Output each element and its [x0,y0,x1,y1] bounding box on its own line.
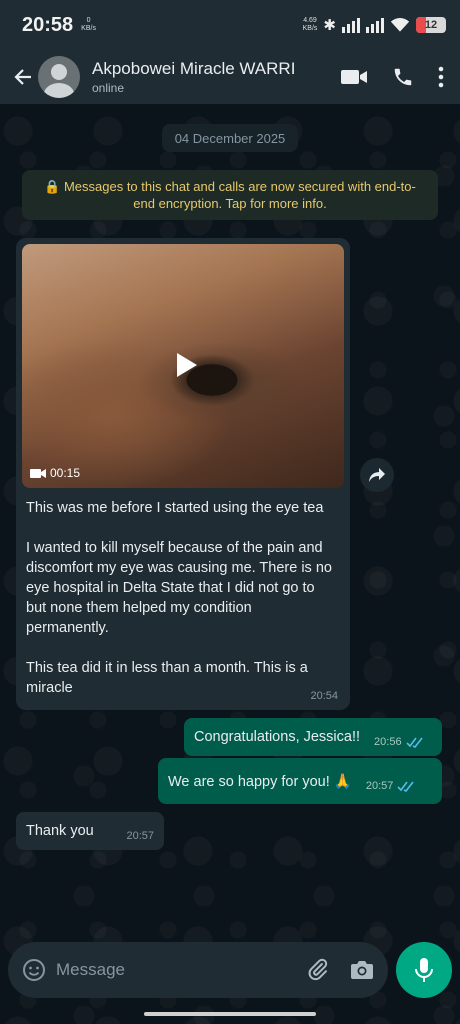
outgoing-message[interactable]: We are so happy for you! 🙏 20:57 [158,758,442,804]
net-speed-left: 0 KB/s [81,17,96,33]
wifi-icon [390,18,410,32]
contact-name: Akpobowei Miracle WARRI [92,59,296,78]
contact-status: online [92,81,125,95]
home-indicator [144,1012,316,1016]
encryption-notice[interactable]: 🔒 Messages to this chat and calls are no… [22,170,438,220]
status-time: 20:58 [22,13,74,36]
battery-level: 12 [424,19,438,31]
forward-icon[interactable] [360,458,394,492]
encryption-text: Messages to this chat and calls are now … [63,179,416,211]
message-input[interactable]: Message [56,960,125,980]
avatar-icon[interactable] [38,56,80,98]
signal-icon-2 [366,17,384,33]
video-camera-icon [30,468,46,478]
signal-icon [342,17,360,33]
video-duration: 00:15 [30,466,80,480]
double-check-icon [397,781,414,792]
net-speed-right-unit: KB/s [302,25,318,32]
contact-info[interactable]: Akpobowei Miracle WARRI online [92,59,295,95]
net-speed-right-value: 4.69 [303,17,317,24]
message-time: 20:57 [126,830,154,842]
message-time: 20:56 [374,736,402,748]
camera-icon[interactable] [350,959,374,981]
status-bar: 20:58 0 KB/s 4.69 KB/s ✱ 12 [0,0,460,50]
date-chip: 04 December 2025 [162,124,298,152]
bluetooth-icon: ✱ [323,17,336,34]
chat-header: Akpobowei Miracle WARRI online [0,50,460,104]
video-message-bubble[interactable]: 00:15 This was me before I started using… [16,238,350,710]
mic-button[interactable] [396,942,452,998]
play-icon[interactable] [170,348,204,382]
net-speed-left-value: 0 [86,17,91,24]
emoji-icon[interactable] [22,958,46,982]
video-caption: This was me before I started using the e… [22,488,344,698]
message-text: Thank you [26,823,94,839]
more-icon[interactable] [438,66,444,88]
caption-paragraph-2: I wanted to kill myself because of the p… [26,540,332,636]
incoming-message[interactable]: Thank you 20:57 [16,812,164,850]
message-text: Congratulations, Jessica!! [194,729,361,745]
video-thumbnail[interactable]: 00:15 [22,244,344,488]
caption-paragraph-1: This was me before I started using the e… [26,500,324,516]
mic-icon [415,958,433,982]
battery-icon: 12 [416,17,446,33]
message-composer[interactable]: Message [8,942,388,998]
video-duration-text: 00:15 [50,466,81,480]
outgoing-message[interactable]: Congratulations, Jessica!! 20:56 [184,718,442,756]
net-speed-left-unit: KB/s [81,25,96,32]
lock-icon: 🔒 [44,179,61,194]
video-call-icon[interactable] [340,67,368,87]
caption-paragraph-3: This tea did it in less than a month. Th… [26,660,308,696]
message-text: We are so happy for you! 🙏 [168,773,352,790]
phone-icon[interactable] [392,66,414,88]
message-time: 20:57 [365,780,394,792]
attach-icon[interactable] [306,958,330,982]
double-check-icon [405,737,423,748]
message-time: 20:54 [310,690,338,702]
back-arrow-icon[interactable] [10,64,36,90]
net-speed-right: 4.69 KB/s [303,17,318,33]
